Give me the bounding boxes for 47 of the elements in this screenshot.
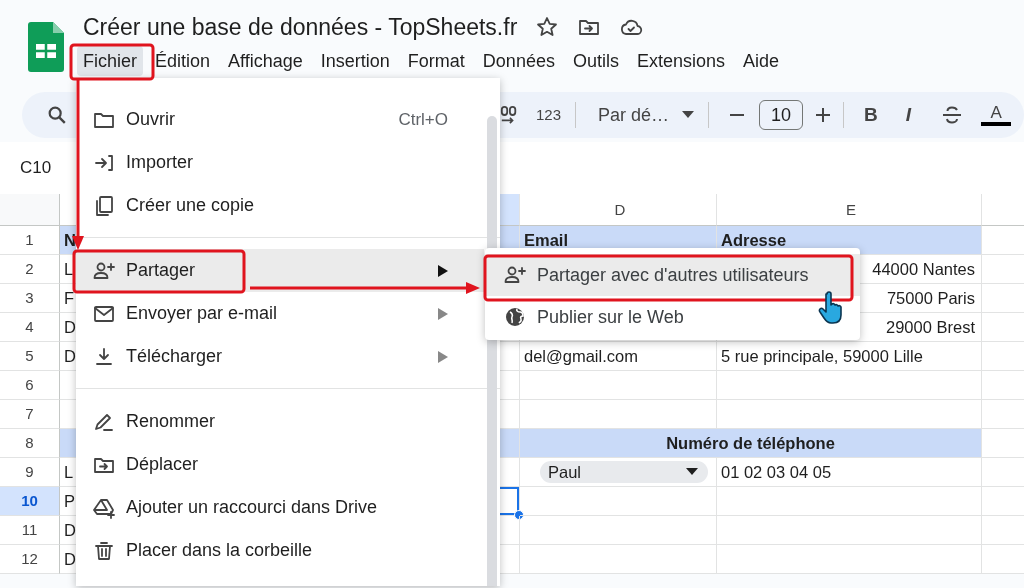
table-cell[interactable]: Paul xyxy=(520,458,717,487)
menu-bar-item[interactable]: Édition xyxy=(149,46,217,76)
menu-item[interactable]: Partager avec d'autres utilisateurs xyxy=(485,254,860,296)
italic-button[interactable]: I xyxy=(905,100,912,130)
menu-bar-item[interactable]: Affichage xyxy=(222,46,309,76)
menu-bar-item[interactable]: Extensions xyxy=(630,46,731,76)
menu-bar-item[interactable]: Outils xyxy=(566,46,625,76)
row-header[interactable]: 8 xyxy=(0,429,60,458)
menu-item[interactable]: Placer dans la corbeille xyxy=(76,529,484,572)
row-header[interactable]: 6 xyxy=(0,371,60,400)
name-box[interactable]: C10 xyxy=(20,155,52,181)
menu-bar-item[interactable]: Insertion xyxy=(314,46,396,76)
row-header[interactable]: 9 xyxy=(0,458,60,487)
table-cell[interactable]: del@gmail.com xyxy=(520,342,717,371)
menu-bar-item[interactable]: Données xyxy=(476,46,561,76)
row-header[interactable]: 11 xyxy=(0,516,60,545)
menu-item[interactable]: Ajouter un raccourci dans Drive xyxy=(76,486,484,529)
menu-item[interactable]: Renommer xyxy=(76,400,484,443)
menu-item[interactable]: Ouvrir Ctrl+O xyxy=(76,98,484,141)
text-color-button[interactable]: A xyxy=(981,104,1012,126)
row-header[interactable]: 12 xyxy=(0,545,60,574)
number-format-button[interactable]: 123 xyxy=(536,103,562,127)
row-header[interactable]: 10 xyxy=(0,487,60,516)
row-header[interactable]: 5 xyxy=(0,342,60,371)
menu-item[interactable]: Importer xyxy=(76,141,484,184)
row-header[interactable]: 7 xyxy=(0,400,60,429)
table-cell[interactable]: 5 rue principale, 59000 Lille xyxy=(717,342,982,371)
menu-item[interactable]: Déplacer xyxy=(76,443,484,486)
menu-item[interactable]: Partager xyxy=(76,249,484,292)
row-header[interactable]: 1 xyxy=(0,226,60,255)
menu-bar-item[interactable]: Aide xyxy=(737,46,786,76)
row-header[interactable]: 2 xyxy=(0,255,60,284)
menu-bar-item[interactable]: Fichier xyxy=(77,46,143,76)
menu-bar-item[interactable]: Format xyxy=(401,46,471,76)
menu-item[interactable]: Créer une copie xyxy=(76,184,484,227)
row-header[interactable]: 3 xyxy=(0,284,60,313)
shortcut-text: Ctrl+O xyxy=(398,108,448,131)
table-cell[interactable]: 01 02 03 04 05 xyxy=(717,458,982,487)
table-cell[interactable]: Numéro de téléphone xyxy=(520,429,982,458)
font-size-field[interactable]: 10 xyxy=(759,100,804,130)
menu-item[interactable]: Envoyer par e-mail xyxy=(76,292,484,335)
bold-button[interactable]: B xyxy=(864,100,878,130)
menu-item[interactable]: Télécharger xyxy=(76,335,484,378)
document-title[interactable]: Créer une base de données - TopSheets.fr xyxy=(83,12,518,42)
font-dropdown[interactable]: Par dé… xyxy=(598,101,695,129)
dropdown-chip[interactable]: Paul xyxy=(540,461,708,483)
row-header[interactable]: 4 xyxy=(0,313,60,342)
